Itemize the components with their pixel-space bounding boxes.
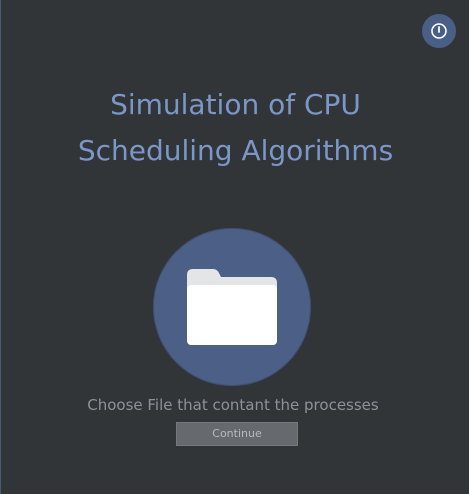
title-line-2: Scheduling Algorithms xyxy=(77,134,394,167)
power-icon xyxy=(431,23,447,39)
power-button[interactable] xyxy=(422,14,456,48)
title-line-1: Simulation of CPU xyxy=(110,88,361,121)
folder-icon xyxy=(187,269,277,345)
page-title: Simulation of CPU Scheduling Algorithms xyxy=(1,82,469,174)
choose-file-button[interactable] xyxy=(153,228,311,386)
choose-file-prompt: Choose File that contant the processes xyxy=(87,396,379,414)
app-window: Simulation of CPU Scheduling Algorithms … xyxy=(0,0,469,494)
continue-button[interactable]: Continue xyxy=(176,422,298,446)
